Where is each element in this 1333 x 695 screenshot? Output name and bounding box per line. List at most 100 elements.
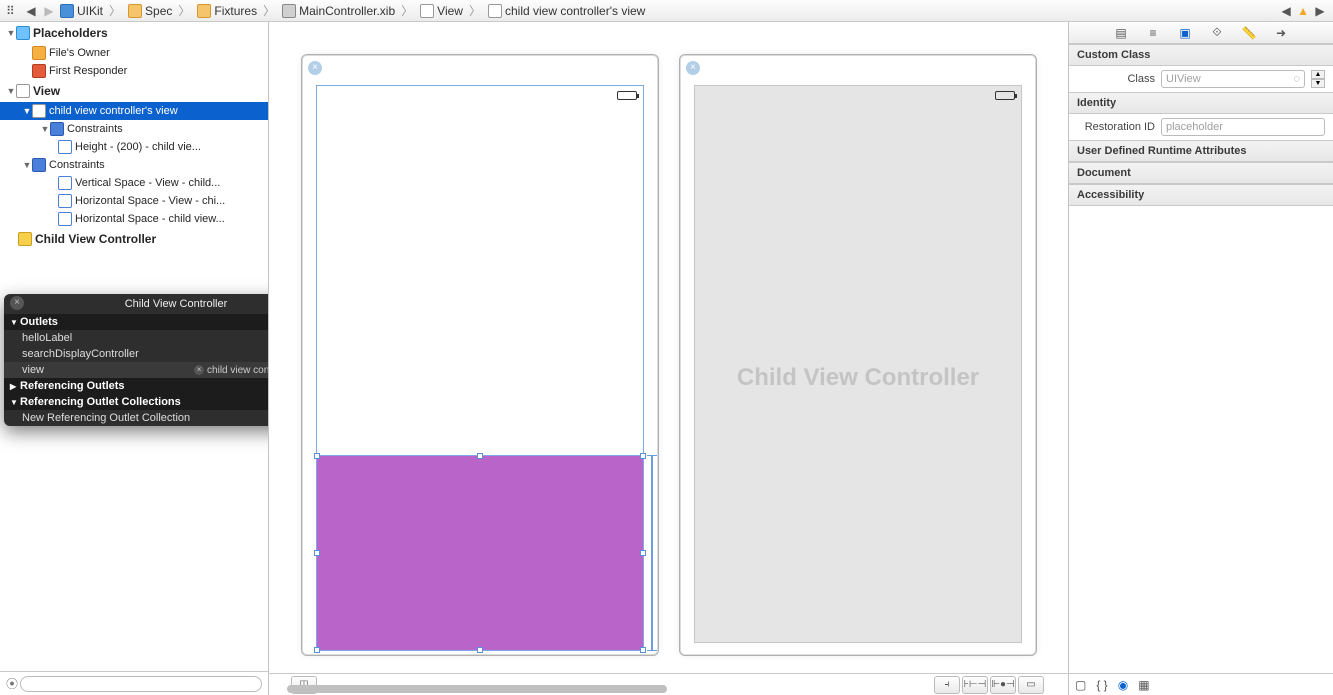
attributes-inspector-icon[interactable]: ⟐ (1209, 25, 1225, 41)
class-input[interactable]: UIView◌ (1161, 70, 1305, 88)
crumb-childview[interactable]: child view controller's view (488, 4, 645, 18)
constraints-row-2[interactable]: ▼Constraints (0, 156, 268, 174)
disconnect-icon[interactable]: × (194, 365, 204, 375)
connections-popup: ×Child View Controller ▼Outlets helloLab… (4, 294, 268, 426)
class-field-row: Class UIView◌ ▲▼ (1069, 66, 1333, 92)
horizontal-scrollbar[interactable] (287, 685, 1050, 693)
scrollbar-thumb[interactable] (287, 685, 667, 693)
hspace-constraint-1[interactable]: Horizontal Space - View - chi... (0, 192, 268, 210)
restoration-field-row: Restoration ID placeholder (1069, 114, 1333, 140)
battery-icon (617, 91, 637, 100)
inspector-panel: ▤ ≡ ▣ ⟐ 📏 ➜ Custom Class Class UIView◌ ▲… (1069, 22, 1333, 695)
custom-class-header[interactable]: Custom Class (1069, 44, 1333, 66)
object-library-icon[interactable]: ◉ (1118, 678, 1128, 692)
crumb-spec[interactable]: Spec〉 (128, 2, 193, 19)
child-vc-group[interactable]: Child View Controller (0, 228, 268, 250)
dropdown-icon[interactable]: ◌ (1293, 73, 1300, 85)
crumb-xib[interactable]: MainController.xib〉 (282, 2, 416, 19)
media-library-icon[interactable]: ▦ (1138, 678, 1149, 692)
vspace-constraint[interactable]: Vertical Space - View - child... (0, 174, 268, 192)
constraint-icon (58, 140, 72, 154)
file-inspector-icon[interactable]: ▤ (1113, 25, 1129, 41)
resize-handle[interactable] (477, 647, 483, 653)
identity-inspector-icon[interactable]: ▣ (1177, 25, 1193, 41)
device-child[interactable]: × Child View Controller (679, 54, 1037, 656)
placeholder-label: Child View Controller (695, 364, 1021, 392)
outline-filter-bar: ⦿ (0, 671, 268, 695)
responder-icon (32, 64, 46, 78)
outlet-sdc[interactable]: searchDisplayController (4, 346, 268, 362)
main-view[interactable] (316, 85, 644, 643)
code-snippet-icon[interactable]: { } (1096, 678, 1107, 692)
warning-icon[interactable]: ▲ (1297, 4, 1309, 18)
resize-handle[interactable] (314, 453, 320, 459)
ref-collections-header[interactable]: ▼Referencing Outlet Collections (4, 394, 268, 410)
statusbar (695, 86, 1021, 104)
scene-close-icon[interactable]: × (308, 61, 322, 75)
resize-handle[interactable] (314, 647, 320, 653)
udra-header[interactable]: User Defined Runtime Attributes (1069, 140, 1333, 162)
class-label: Class (1077, 73, 1155, 85)
child-vc-view[interactable]: Child View Controller (694, 85, 1022, 643)
resize-handle[interactable] (477, 453, 483, 459)
canvas[interactable]: × × Child View Controller (269, 22, 1069, 695)
close-icon[interactable]: × (10, 296, 24, 310)
popup-titlebar[interactable]: ×Child View Controller (4, 294, 268, 314)
constraint-icon (58, 176, 72, 190)
device-main[interactable]: × (301, 54, 659, 656)
class-stepper[interactable]: ▲▼ (1311, 70, 1325, 88)
selected-child-view[interactable] (316, 455, 644, 651)
first-responder[interactable]: First Responder (0, 62, 268, 80)
crumb-fixtures[interactable]: Fixtures〉 (197, 2, 278, 19)
new-ref-collection[interactable]: New Referencing Outlet Collection (4, 410, 268, 426)
crumb-uikit[interactable]: UIKit〉 (60, 2, 124, 19)
restoration-input[interactable]: placeholder (1161, 118, 1325, 136)
placeholder-icon (16, 26, 30, 40)
view-icon (16, 84, 30, 98)
size-inspector-icon[interactable]: 📏 (1241, 25, 1257, 41)
scene-close-icon[interactable]: × (686, 61, 700, 75)
document-outline: ▼Placeholders File's Owner First Respond… (0, 22, 269, 695)
constraint-icon (58, 212, 72, 226)
outlet-hellolabel[interactable]: helloLabel (4, 330, 268, 346)
filter-input[interactable] (20, 676, 262, 692)
constraints-row-1[interactable]: ▼Constraints (0, 120, 268, 138)
jump-back-icon[interactable]: ◀ (1279, 4, 1293, 18)
outlets-header[interactable]: ▼Outlets (4, 314, 268, 330)
related-items-icon[interactable]: ⠿ (6, 4, 20, 18)
hspace-constraint-2[interactable]: Horizontal Space - child view... (0, 210, 268, 228)
crumb-view[interactable]: View〉 (420, 2, 484, 19)
resize-handle[interactable] (640, 453, 646, 459)
cube-icon (32, 46, 46, 60)
jump-forward-icon[interactable]: ▶ (1313, 4, 1327, 18)
outlet-view[interactable]: view×child view controller's view (4, 362, 268, 378)
resize-handle[interactable] (314, 550, 320, 556)
view-icon (32, 104, 46, 118)
restoration-label: Restoration ID (1077, 121, 1155, 133)
constraint-icon (58, 194, 72, 208)
nav-forward-icon[interactable]: ▶ (42, 4, 56, 18)
child-view-row[interactable]: ▼child view controller's view (0, 102, 268, 120)
resize-handle[interactable] (640, 550, 646, 556)
height-indicator (651, 455, 653, 651)
quickhelp-inspector-icon[interactable]: ≡ (1145, 25, 1161, 41)
ref-outlets-header[interactable]: ▶Referencing Outlets (4, 378, 268, 394)
nav-back-icon[interactable]: ◀ (24, 4, 38, 18)
view-group[interactable]: ▼View (0, 80, 268, 102)
battery-icon (995, 91, 1015, 100)
file-template-icon[interactable]: ▢ (1075, 678, 1086, 692)
placeholders-group[interactable]: ▼Placeholders (0, 22, 268, 44)
constraints-icon (50, 122, 64, 136)
inspector-tabs: ▤ ≡ ▣ ⟐ 📏 ➜ (1069, 22, 1333, 44)
accessibility-header[interactable]: Accessibility (1069, 184, 1333, 206)
breadcrumb-bar: ⠿ ◀ ▶ UIKit〉 Spec〉 Fixtures〉 MainControl… (0, 0, 1333, 22)
filter-icon[interactable]: ⦿ (6, 675, 20, 692)
resize-handle[interactable] (640, 647, 646, 653)
library-tabs: ▢ { } ◉ ▦ (1069, 673, 1333, 695)
connections-inspector-icon[interactable]: ➜ (1273, 25, 1289, 41)
files-owner[interactable]: File's Owner (0, 44, 268, 62)
height-constraint-row[interactable]: Height - (200) - child vie... (0, 138, 268, 156)
constraints-icon (32, 158, 46, 172)
document-header[interactable]: Document (1069, 162, 1333, 184)
identity-header[interactable]: Identity (1069, 92, 1333, 114)
